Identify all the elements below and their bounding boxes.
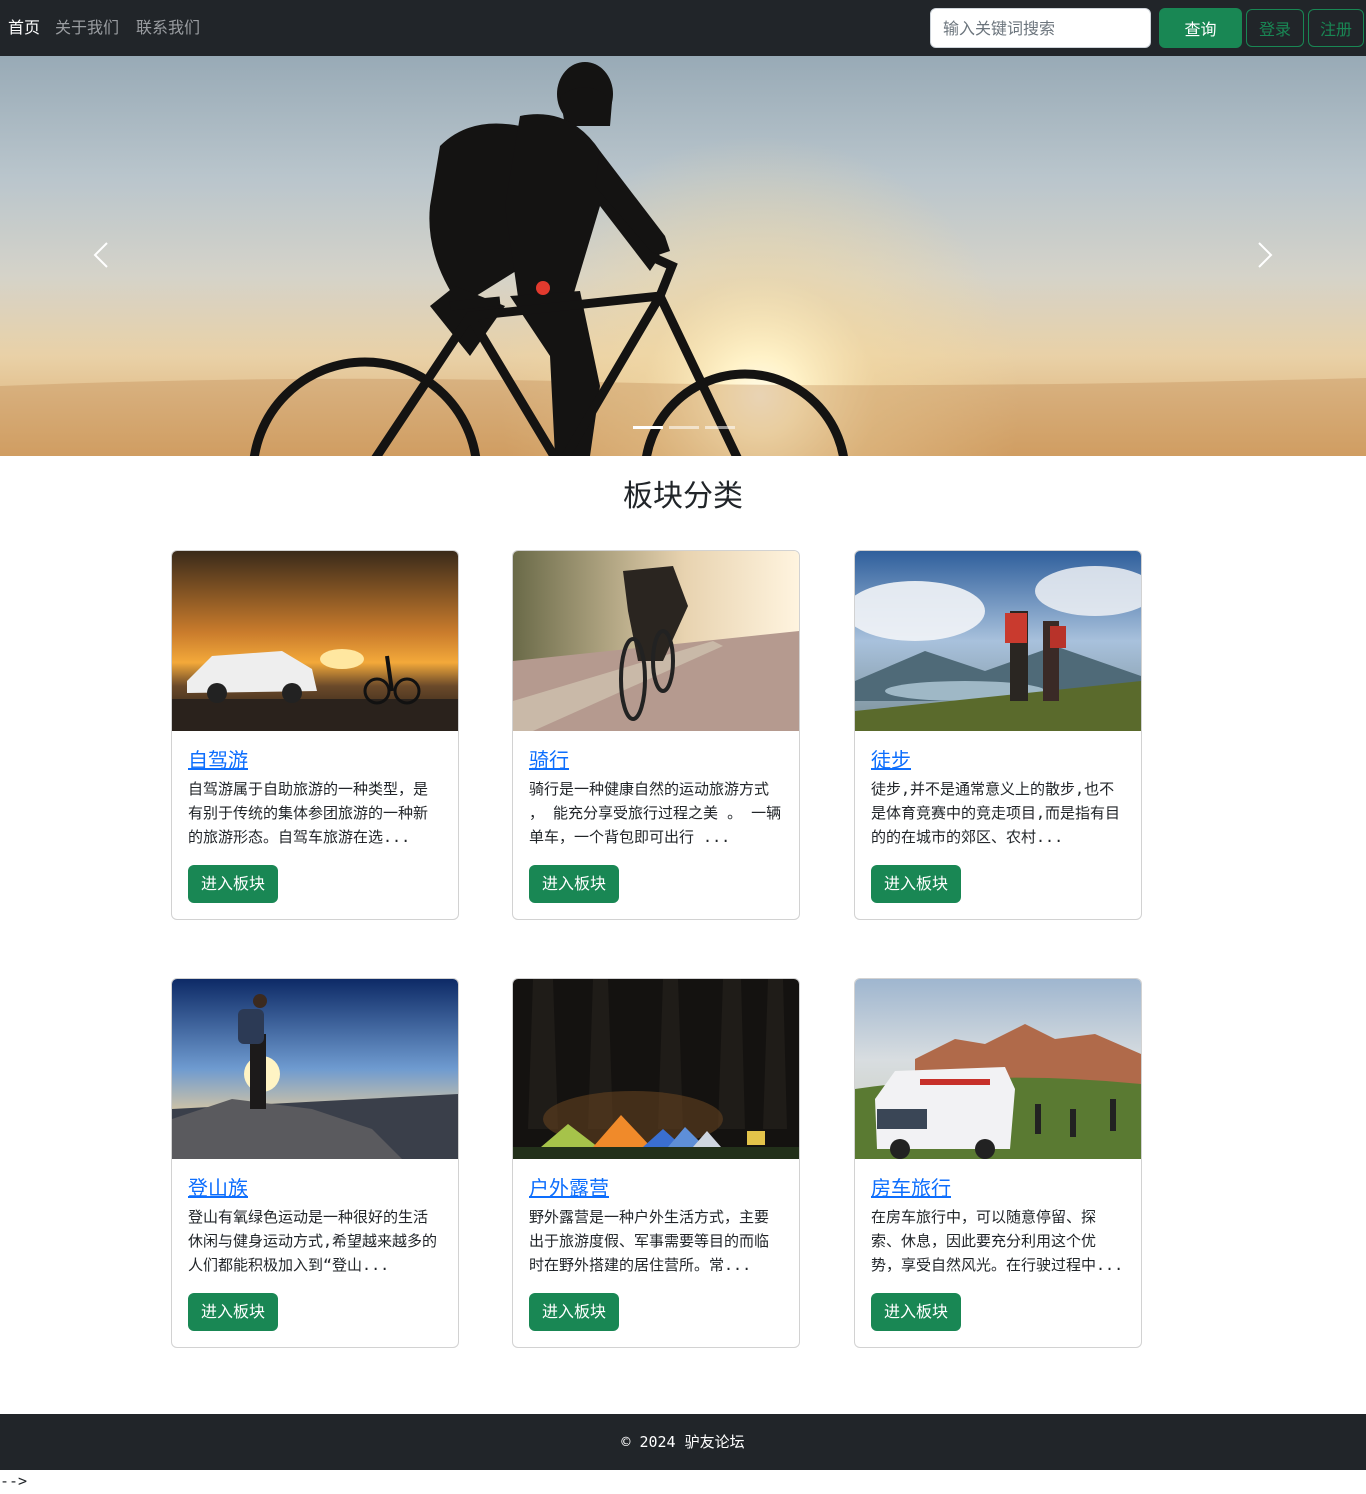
category-card: 自驾游 自驾游属于自助旅游的一种类型，是有别于传统的集体参团旅游的一种新的旅游形… (171, 550, 459, 920)
carousel-indicator[interactable] (633, 426, 663, 429)
card-image-rv-travel (855, 979, 1141, 1159)
card-description: 骑行是一种健康自然的运动旅游方式 ， 能充分享受旅行过程之美 。 一辆单车，一个… (529, 780, 782, 846)
footer-copyright: © 2024 驴友论坛 (621, 1433, 745, 1451)
carousel-indicator[interactable] (669, 426, 699, 429)
query-button[interactable]: 查询 (1159, 8, 1242, 48)
card-title-link[interactable]: 房车旅行 (871, 1175, 951, 1201)
carousel-indicator[interactable] (705, 426, 735, 429)
card-title-link[interactable]: 骑行 (529, 747, 569, 773)
card-title-link[interactable]: 户外露营 (529, 1175, 609, 1201)
card-title-link[interactable]: 徒步 (871, 747, 911, 773)
nav-link-home[interactable]: 首页 (8, 17, 40, 39)
card-title-link[interactable]: 登山族 (188, 1175, 248, 1201)
card-image-cycling (513, 551, 799, 731)
login-button[interactable]: 登录 (1246, 9, 1304, 47)
card-image-self-drive (172, 551, 458, 731)
stray-comment-text: --> (0, 1472, 28, 1490)
card-image-hiking (855, 551, 1141, 731)
carousel-next-icon[interactable] (1249, 240, 1279, 270)
carousel-indicators (633, 426, 735, 429)
footer: © 2024 驴友论坛 (0, 1414, 1366, 1470)
card-image-mountaineering (172, 979, 458, 1159)
enter-section-button[interactable]: 进入板块 (529, 865, 619, 903)
carousel-prev-icon[interactable] (87, 240, 117, 270)
top-navbar: 首页 关于我们 联系我们 查询 登录 注册 (0, 0, 1366, 56)
search-input[interactable] (930, 8, 1151, 48)
section-title: 板块分类 (623, 479, 743, 514)
card-title-link[interactable]: 自驾游 (188, 747, 248, 773)
enter-section-button[interactable]: 进入板块 (871, 1293, 961, 1331)
card-description: 自驾游属于自助旅游的一种类型，是有别于传统的集体参团旅游的一种新的旅游形态。自驾… (188, 780, 429, 846)
enter-section-button[interactable]: 进入板块 (871, 865, 961, 903)
category-card: 徒步 徒步,并不是通常意义上的散步,也不是体育竞赛中的竞走项目,而是指有目的的在… (854, 550, 1142, 920)
category-card: 户外露营 野外露营是一种户外生活方式，主要出于旅游度假、军事需要等目的而临时在野… (512, 978, 800, 1348)
nav-link-about[interactable]: 关于我们 (55, 17, 119, 39)
register-button[interactable]: 注册 (1308, 9, 1364, 47)
enter-section-button[interactable]: 进入板块 (188, 865, 278, 903)
hero-carousel (0, 56, 1366, 456)
category-card: 骑行 骑行是一种健康自然的运动旅游方式 ， 能充分享受旅行过程之美 。 一辆单车… (512, 550, 800, 920)
enter-section-button[interactable]: 进入板块 (529, 1293, 619, 1331)
category-card: 房车旅行 在房车旅行中，可以随意停留、探索、休息，因此要充分利用这个优势，享受自… (854, 978, 1142, 1348)
card-description: 登山有氧绿色运动是一种很好的生活休闲与健身运动方式,希望越来越多的人们都能积极加… (188, 1208, 438, 1274)
hero-image-cyclist (0, 56, 1366, 456)
nav-link-contact[interactable]: 联系我们 (136, 17, 200, 39)
category-card: 登山族 登山有氧绿色运动是一种很好的生活休闲与健身运动方式,希望越来越多的人们都… (171, 978, 459, 1348)
enter-section-button[interactable]: 进入板块 (188, 1293, 278, 1331)
card-description: 野外露营是一种户外生活方式，主要出于旅游度假、军事需要等目的而临时在野外搭建的居… (529, 1208, 770, 1274)
card-description: 在房车旅行中，可以随意停留、探索、休息，因此要充分利用这个优势，享受自然风光。在… (871, 1208, 1124, 1274)
card-image-camping (513, 979, 799, 1159)
card-description: 徒步,并不是通常意义上的散步,也不是体育竞赛中的竞走项目,而是指有目的的在城市的… (871, 780, 1121, 846)
